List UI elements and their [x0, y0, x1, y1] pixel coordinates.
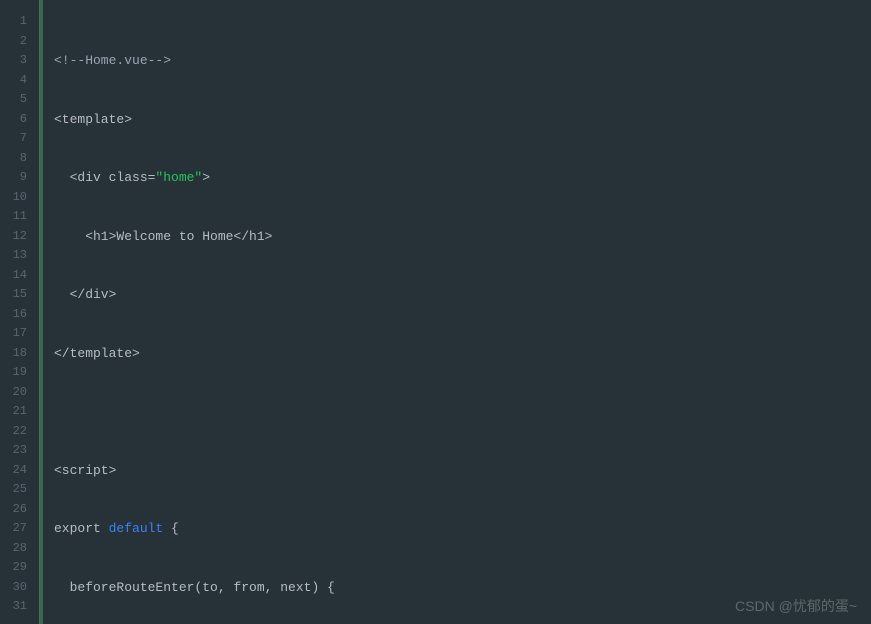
- line-number: 3: [0, 51, 39, 71]
- code-token: <div class=: [54, 170, 155, 185]
- code-string: "home": [155, 170, 202, 185]
- line-number: 2: [0, 32, 39, 52]
- line-number: 31: [0, 597, 39, 617]
- line-number: 21: [0, 402, 39, 422]
- line-number: 30: [0, 578, 39, 598]
- line-number: 15: [0, 285, 39, 305]
- code-token: <script>: [54, 463, 116, 478]
- line-number: 12: [0, 227, 39, 247]
- line-number: 25: [0, 480, 39, 500]
- code-line: export default {: [54, 519, 871, 539]
- line-gutter: 1 2 3 4 5 6 7 8 9 10 11 12 13 14 15 16 1…: [0, 0, 40, 624]
- line-number: 8: [0, 149, 39, 169]
- code-content[interactable]: <!--Home.vue--> <template> <div class="h…: [40, 0, 871, 624]
- line-number: 11: [0, 207, 39, 227]
- line-number: 24: [0, 461, 39, 481]
- code-editor: 1 2 3 4 5 6 7 8 9 10 11 12 13 14 15 16 1…: [0, 0, 871, 624]
- code-token: >: [202, 170, 210, 185]
- code-token: </template>: [54, 346, 140, 361]
- line-number: 29: [0, 558, 39, 578]
- line-number: 10: [0, 188, 39, 208]
- line-number: 4: [0, 71, 39, 91]
- code-line: <div class="home">: [54, 168, 871, 188]
- line-number: 1: [0, 12, 39, 32]
- code-comment: <!--Home.vue-->: [54, 53, 171, 68]
- code-line: </div>: [54, 285, 871, 305]
- line-number: 5: [0, 90, 39, 110]
- line-number: 16: [0, 305, 39, 325]
- line-number: 28: [0, 539, 39, 559]
- line-number: 6: [0, 110, 39, 130]
- code-line: beforeRouteEnter(to, from, next) {: [54, 578, 871, 598]
- code-token: <template>: [54, 112, 132, 127]
- code-line: <template>: [54, 110, 871, 130]
- line-number: 22: [0, 422, 39, 442]
- line-number: 9: [0, 168, 39, 188]
- code-token: {: [163, 521, 179, 536]
- code-keyword: default: [109, 521, 164, 536]
- watermark-text: CSDN @忧郁的蛋~: [735, 596, 857, 616]
- code-line: <!--Home.vue-->: [54, 51, 871, 71]
- code-line: [54, 402, 871, 422]
- line-number: 23: [0, 441, 39, 461]
- line-number: 19: [0, 363, 39, 383]
- line-number: 14: [0, 266, 39, 286]
- line-number: 26: [0, 500, 39, 520]
- code-token: beforeRouteEnter(to, from, next) {: [54, 580, 335, 595]
- code-line: <script>: [54, 461, 871, 481]
- code-token: </div>: [54, 287, 116, 302]
- line-number: 7: [0, 129, 39, 149]
- line-number: 18: [0, 344, 39, 364]
- code-token: export: [54, 521, 109, 536]
- line-number: 27: [0, 519, 39, 539]
- line-number: 13: [0, 246, 39, 266]
- code-token: <h1>Welcome to Home</h1>: [54, 229, 272, 244]
- code-line: </template>: [54, 344, 871, 364]
- line-number: 20: [0, 383, 39, 403]
- code-line: <h1>Welcome to Home</h1>: [54, 227, 871, 247]
- line-number: 17: [0, 324, 39, 344]
